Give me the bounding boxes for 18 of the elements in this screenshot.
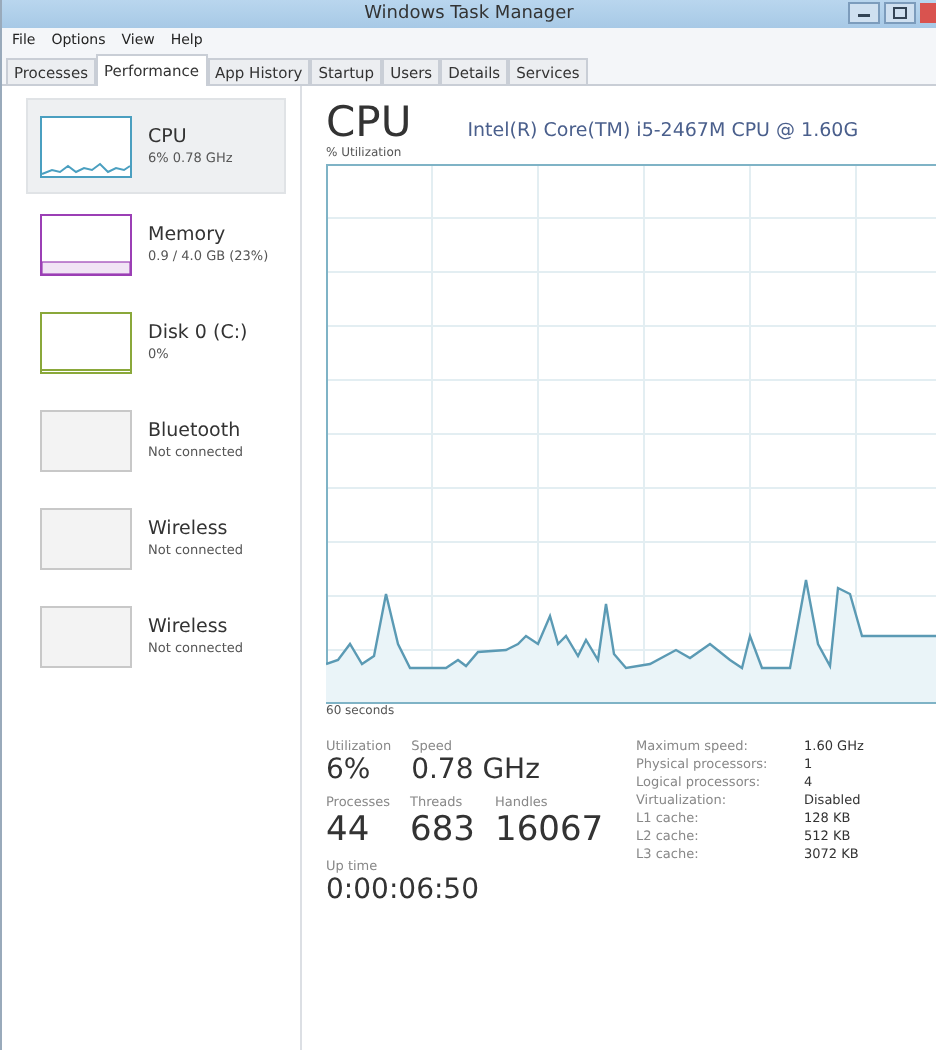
stat-value: 683 xyxy=(410,810,475,850)
minimize-icon[interactable] xyxy=(848,2,880,24)
sidebar-item-name: CPU xyxy=(148,126,189,148)
sidebar-item-name: Disk 0 (C:) xyxy=(148,322,248,344)
stat-value: 44 xyxy=(326,810,372,850)
close-icon[interactable] xyxy=(920,2,936,24)
stat-value: 0:00:06:50 xyxy=(326,874,480,906)
sidebar-item-name: Wireless xyxy=(148,616,230,638)
panel-title: CPU xyxy=(326,98,412,146)
sidebar-item-name: Memory xyxy=(148,224,228,246)
window-title: Windows Task Manager xyxy=(364,4,574,24)
maximize-icon[interactable] xyxy=(884,2,916,24)
stat-value: 0.78 GHz xyxy=(411,754,540,786)
stat-value: 6% xyxy=(326,754,373,786)
sidebar-item-name: Wireless xyxy=(148,518,230,540)
sidebar-item-name: Bluetooth xyxy=(148,420,243,442)
cpu-model: Intel(R) Core(TM) i5-2467M CPU @ 1.60G xyxy=(467,120,859,142)
stat-value: 16067 xyxy=(495,810,604,850)
